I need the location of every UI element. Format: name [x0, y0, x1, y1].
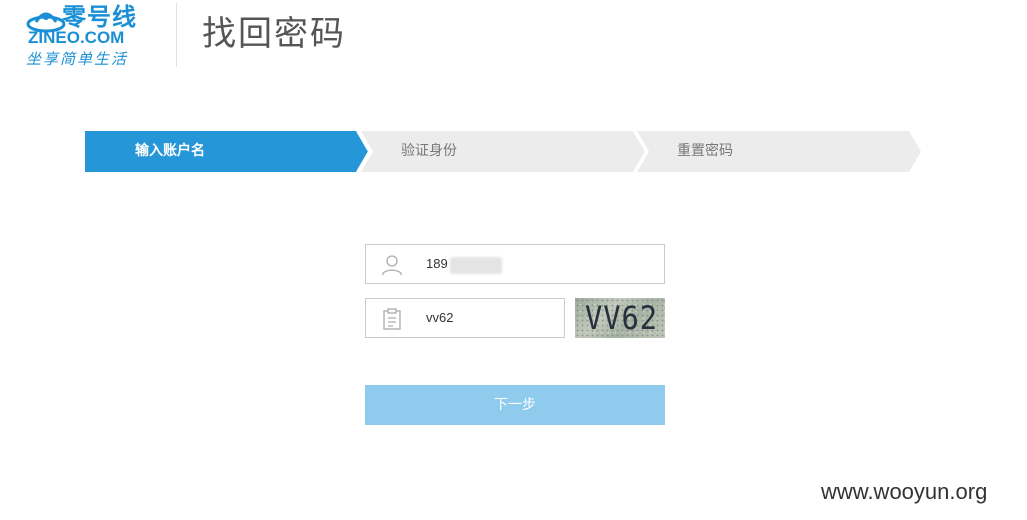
header-divider — [176, 3, 177, 67]
captcha-image[interactable]: VV62 — [575, 298, 665, 338]
step-progress: 输入账户名 验证身份 重置密码 — [85, 131, 921, 172]
user-icon — [381, 255, 403, 276]
brand-domain: ZINEO.COM — [28, 28, 125, 47]
account-value: 189 — [426, 256, 448, 271]
captcha-value: vv62 — [426, 310, 454, 325]
site-logo[interactable]: 零号线 ZINEO.COM 坐享简单生活 — [24, 2, 156, 70]
step-1-background — [85, 131, 369, 172]
captcha-input[interactable]: vv62 — [365, 298, 565, 338]
brand-slogan: 坐享简单生活 — [26, 50, 129, 68]
captcha-image-text: VV62 — [585, 299, 658, 337]
step-2-label: 验证身份 — [401, 143, 457, 159]
step-1-label: 输入账户名 — [135, 143, 205, 159]
redacted-mask — [450, 257, 502, 274]
account-input[interactable]: 189 — [365, 244, 665, 284]
watermark: www.wooyun.org — [821, 479, 988, 504]
clipboard-icon — [383, 308, 401, 330]
step-3-label: 重置密码 — [677, 143, 733, 159]
step-progress-arrows — [85, 131, 921, 172]
page-title: 找回密码 — [202, 14, 346, 54]
next-step-button[interactable]: 下一步 — [365, 385, 665, 425]
